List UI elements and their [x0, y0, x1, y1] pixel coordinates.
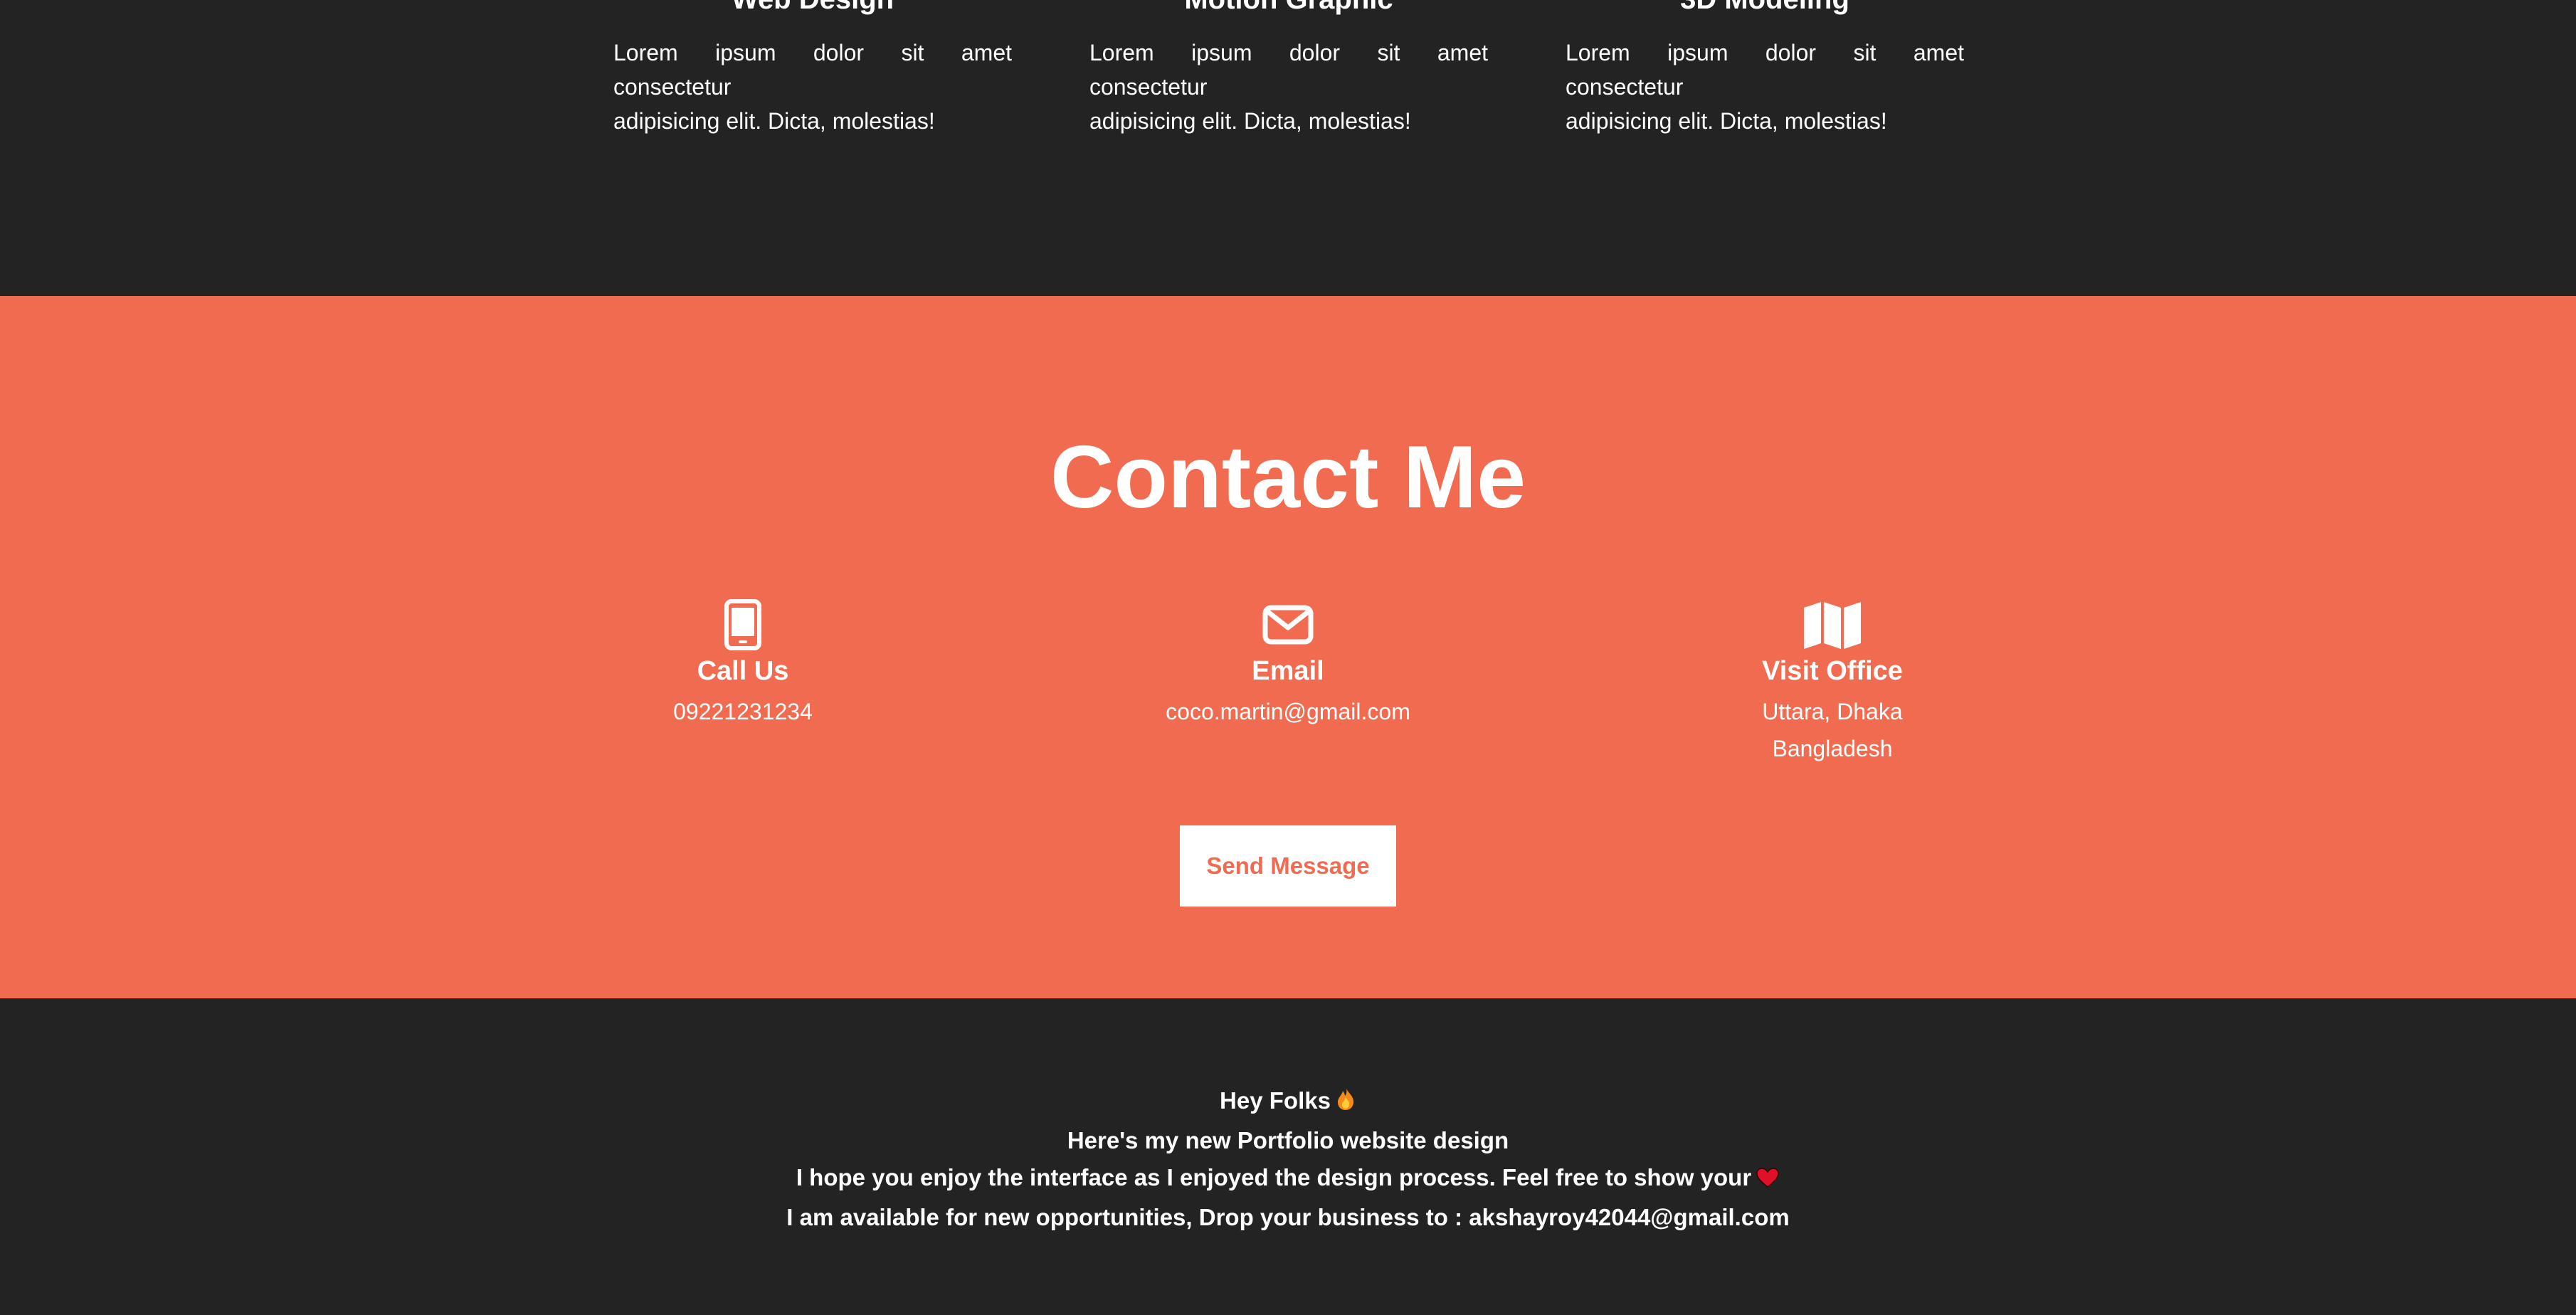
- footer-message: Hey Folks Here's my new Portfolio websit…: [0, 1082, 2576, 1236]
- services-section: Web Design Lorem ipsum dolor sit amet co…: [0, 0, 2576, 296]
- footer-line: Here's my new Portfolio website design: [1067, 1127, 1509, 1153]
- contact-label: Call Us: [697, 656, 789, 686]
- office-address-line: Uttara, Dhaka: [1762, 699, 1903, 724]
- footer-line: I hope you enjoy the interface as I enjo…: [0, 1159, 2576, 1199]
- contact-title: Contact Me: [1050, 428, 1526, 527]
- contact-section: Contact Me Call Us 09221231234 Email coc…: [0, 296, 2576, 998]
- service-description-line: Lorem ipsum dolor sit amet consectetur: [1566, 40, 1964, 100]
- contact-item-call: Call Us 09221231234: [494, 599, 992, 730]
- service-title: 3D Modeling: [1566, 0, 1964, 17]
- service-title: Motion Graphic: [1089, 0, 1488, 17]
- contact-label: Visit Office: [1762, 656, 1903, 686]
- service-description-line: Lorem ipsum dolor sit amet consectetur: [613, 40, 1012, 100]
- phone-number: 09221231234: [673, 699, 813, 724]
- service-description-line: adipisicing elit. Dicta, molestias!: [1566, 108, 1887, 134]
- contact-item-email: Email coco.martin@gmail.com: [1039, 599, 1537, 730]
- contact-item-office: Visit Office Uttara, Dhaka Bangladesh: [1583, 599, 2081, 767]
- service-title: Web Design: [613, 0, 1012, 17]
- contact-value: Uttara, Dhaka Bangladesh: [1583, 693, 2081, 767]
- contact-label: Email: [1252, 656, 1324, 686]
- office-address-line: Bangladesh: [1772, 736, 1893, 761]
- service-description-line: Lorem ipsum dolor sit amet consectetur: [1089, 40, 1488, 100]
- service-description: Lorem ipsum dolor sit amet consectetur a…: [1566, 36, 1964, 138]
- map-icon: [1583, 599, 2081, 650]
- contact-value: 09221231234: [494, 693, 992, 730]
- send-message-button[interactable]: Send Message: [1180, 825, 1396, 907]
- mobile-phone-icon: [494, 599, 992, 650]
- footer-line: Hey Folks: [0, 1082, 2576, 1122]
- service-description-line: adipisicing elit. Dicta, molestias!: [613, 108, 935, 134]
- footer: Hey Folks Here's my new Portfolio websit…: [0, 998, 2576, 1315]
- service-description-line: adipisicing elit. Dicta, molestias!: [1089, 108, 1411, 134]
- service-description: Lorem ipsum dolor sit amet consectetur a…: [613, 36, 1012, 138]
- fire-emoji-icon: [1335, 1085, 1356, 1122]
- heart-emoji-icon: [1756, 1162, 1780, 1199]
- envelope-icon: [1039, 599, 1537, 650]
- email-address[interactable]: coco.martin@gmail.com: [1039, 693, 1537, 730]
- footer-text: I hope you enjoy the interface as I enjo…: [796, 1164, 1752, 1190]
- footer-line: I am available for new opportunities, Dr…: [786, 1204, 1790, 1230]
- service-description: Lorem ipsum dolor sit amet consectetur a…: [1089, 36, 1488, 138]
- footer-greeting: Hey Folks: [1220, 1087, 1331, 1114]
- contact-value: coco.martin@gmail.com: [1039, 693, 1537, 730]
